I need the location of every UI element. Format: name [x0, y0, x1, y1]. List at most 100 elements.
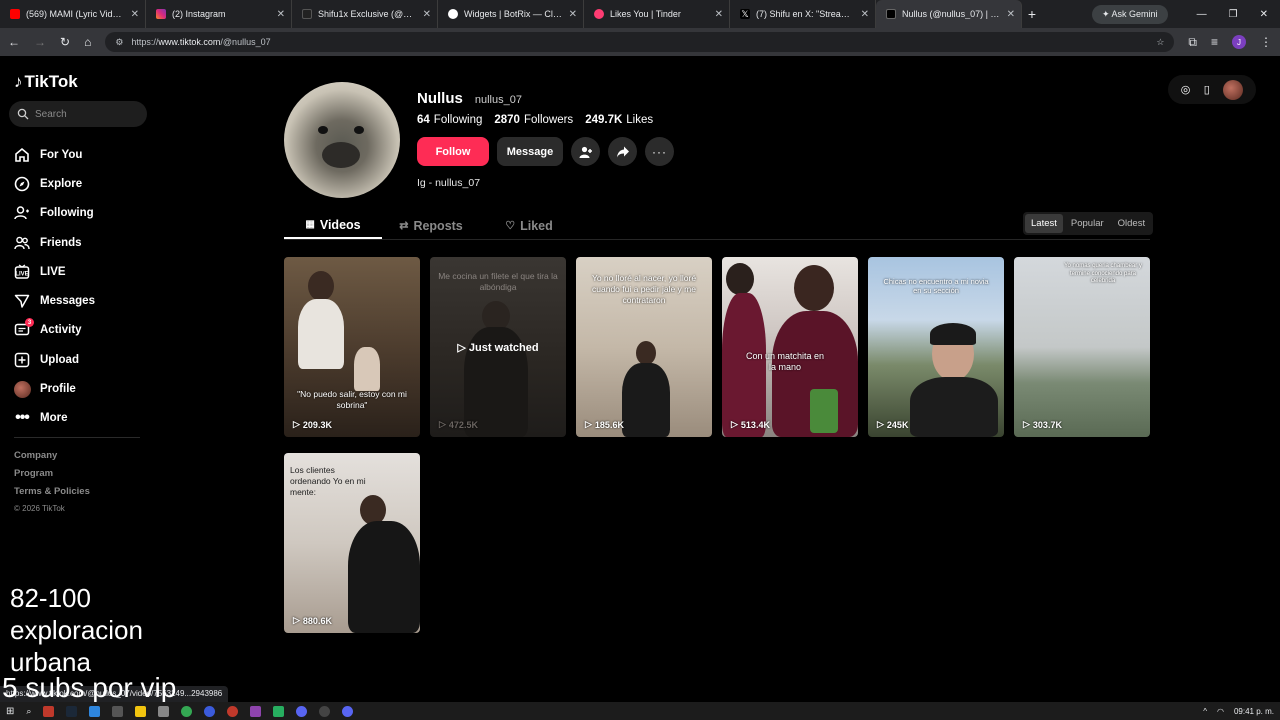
new-tab-button[interactable]: +	[1022, 6, 1042, 22]
video-card[interactable]: Los clientes ordenando Yo en mi mente: ▷…	[284, 453, 420, 633]
search-icon[interactable]: ⌕	[26, 706, 31, 717]
browser-tab-tinder[interactable]: Likes You | Tinder ✕	[584, 0, 730, 28]
extensions-icon[interactable]: ⧉	[1188, 35, 1197, 50]
tiktok-icon	[886, 9, 896, 19]
video-card[interactable]: Yo no lloré al nacer, yo lloré cuando fu…	[576, 257, 712, 437]
sort-latest[interactable]: Latest	[1025, 214, 1063, 233]
play-icon: ▷	[585, 419, 592, 429]
app-icon[interactable]	[227, 705, 239, 717]
sort-popular[interactable]: Popular	[1065, 214, 1110, 233]
profile-handle: nullus_07	[474, 94, 522, 106]
close-icon[interactable]: ✕	[277, 9, 285, 20]
wifi-icon[interactable]: ◠	[1217, 707, 1224, 716]
video-card[interactable]: "No puedo salir, estoy con mi sobrina" ▷…	[284, 257, 420, 437]
sort-oldest[interactable]: Oldest	[1112, 214, 1151, 233]
browser-tab-x[interactable]: 𝕏 (7) Shifu en X: "Stream 8:30 ✕	[730, 0, 876, 28]
profile-avatar[interactable]: J	[1232, 35, 1246, 49]
sidebar-item-explore[interactable]: Explore	[13, 169, 95, 198]
sort-control: Latest Popular Oldest	[1023, 212, 1154, 235]
tab-reposts[interactable]: ⇄ Reposts	[382, 212, 480, 239]
sidebar-item-messages[interactable]: Messages	[13, 286, 95, 315]
stat-following[interactable]: 64 Following	[417, 114, 482, 126]
app-icon[interactable]	[319, 705, 331, 717]
site-info-icon[interactable]: ⚙	[115, 37, 123, 48]
video-card[interactable]: Me cocina un filete el que tira la albón…	[430, 257, 566, 437]
sidebar-item-more[interactable]: ••• More	[13, 404, 95, 433]
follow-button[interactable]: Follow	[417, 137, 489, 166]
close-icon[interactable]: ✕	[861, 9, 869, 20]
sidebar-item-for-you[interactable]: For You	[13, 140, 95, 169]
tab-videos[interactable]: ▦ Videos	[284, 212, 382, 239]
footer-link-company[interactable]: Company	[14, 450, 90, 468]
sidebar-item-activity[interactable]: 3 Activity	[13, 316, 95, 345]
browser-tab-youtube[interactable]: (569) MAMI (Lyric Video) - F ✕	[0, 0, 146, 28]
app-icon[interactable]	[204, 705, 216, 717]
footer-link-terms[interactable]: Terms & Policies	[14, 486, 90, 504]
browser-tab-instagram[interactable]: (2) Instagram ✕	[146, 0, 292, 28]
sidebar-item-live[interactable]: LIVE LIVE	[13, 257, 95, 286]
bookmark-star-icon[interactable]: ☆	[1156, 37, 1164, 48]
search-icon	[17, 108, 29, 120]
more-options-button[interactable]: ···	[645, 137, 674, 166]
activity-icon: 3	[13, 318, 34, 339]
avatar[interactable]	[1223, 79, 1244, 100]
discord-icon[interactable]	[296, 705, 308, 717]
video-card[interactable]: Yo nomas queria chambear y termine conoc…	[1014, 257, 1150, 437]
sidebar-item-upload[interactable]: Upload	[13, 345, 95, 374]
app-icon[interactable]	[158, 705, 170, 717]
app-icon[interactable]	[89, 705, 101, 717]
tab-liked[interactable]: ♡ Liked	[480, 212, 578, 239]
video-card[interactable]: Chicas no encuentro a mi novia en su sec…	[868, 257, 1004, 437]
browser-tab-botrix[interactable]: Widgets | BotRix — Cloud S ✕	[438, 0, 584, 28]
stat-followers[interactable]: 2870 Followers	[494, 114, 573, 126]
menu-icon[interactable]: ⋮	[1260, 35, 1272, 49]
close-window-icon[interactable]: ✕	[1260, 9, 1268, 20]
view-count-text: 513.4K	[740, 419, 770, 430]
coin-icon[interactable]: ◎	[1181, 83, 1191, 96]
reload-icon[interactable]: ↻	[60, 35, 70, 49]
footer-link-program[interactable]: Program	[14, 468, 90, 486]
play-icon: ▷	[731, 419, 738, 429]
back-icon[interactable]: ←	[8, 35, 20, 49]
search-input[interactable]: Search	[9, 101, 147, 127]
share-button[interactable]	[608, 137, 637, 166]
close-icon[interactable]: ✕	[569, 9, 577, 20]
maximize-icon[interactable]: ❐	[1229, 9, 1238, 20]
sidebar-item-label: Activity	[40, 324, 82, 337]
close-icon[interactable]: ✕	[715, 9, 723, 20]
ask-gemini-button[interactable]: ✦ Ask Gemini	[1092, 4, 1168, 24]
tiktok-logo[interactable]: ♪ TikTok	[14, 72, 78, 92]
sidebar-item-friends[interactable]: Friends	[13, 228, 95, 257]
chrome-icon[interactable]	[181, 705, 193, 717]
tray-chevron-icon[interactable]: ^	[1203, 707, 1207, 716]
search-placeholder: Search	[35, 108, 67, 120]
windows-start-icon[interactable]: ⊞	[6, 706, 14, 717]
play-icon: ▷	[1023, 419, 1030, 429]
app-icon[interactable]	[250, 705, 262, 717]
clock[interactable]: 09:41 p. m.	[1234, 707, 1274, 716]
browser-tab-tiktok[interactable]: Nullus (@nullus_07) | TikTok ✕	[876, 0, 1022, 28]
media-icon[interactable]: ≡	[1211, 35, 1218, 49]
sidebar-item-following[interactable]: Following	[13, 199, 95, 228]
top-right-toolbar: ◎ ▯	[1168, 75, 1256, 104]
browser-tab-shifu[interactable]: Shifu1x Exclusive (@1xshifu ✕	[292, 0, 438, 28]
device-icon[interactable]: ▯	[1204, 83, 1210, 96]
close-icon[interactable]: ✕	[1007, 9, 1015, 20]
app-icon[interactable]	[273, 705, 285, 717]
steam-icon[interactable]	[66, 705, 78, 717]
address-bar[interactable]: ⚙ https://www.tiktok.com/@nullus_07 ☆	[105, 32, 1175, 52]
add-friend-button[interactable]	[571, 137, 600, 166]
close-icon[interactable]: ✕	[131, 9, 139, 20]
forward-icon[interactable]: →	[34, 35, 46, 49]
message-button[interactable]: Message	[497, 137, 563, 166]
minimize-icon[interactable]: —	[1197, 9, 1207, 20]
view-count: ▷ 303.7K	[1023, 419, 1062, 430]
close-icon[interactable]: ✕	[423, 9, 431, 20]
app-icon[interactable]	[342, 705, 354, 717]
folder-icon[interactable]	[135, 705, 147, 717]
app-icon[interactable]	[112, 705, 124, 717]
sidebar-item-profile[interactable]: Profile	[13, 374, 95, 403]
video-card[interactable]: Con un matchita en la mano ▷ 513.4K	[722, 257, 858, 437]
home-icon[interactable]: ⌂	[84, 35, 91, 49]
app-icon[interactable]	[43, 705, 55, 717]
